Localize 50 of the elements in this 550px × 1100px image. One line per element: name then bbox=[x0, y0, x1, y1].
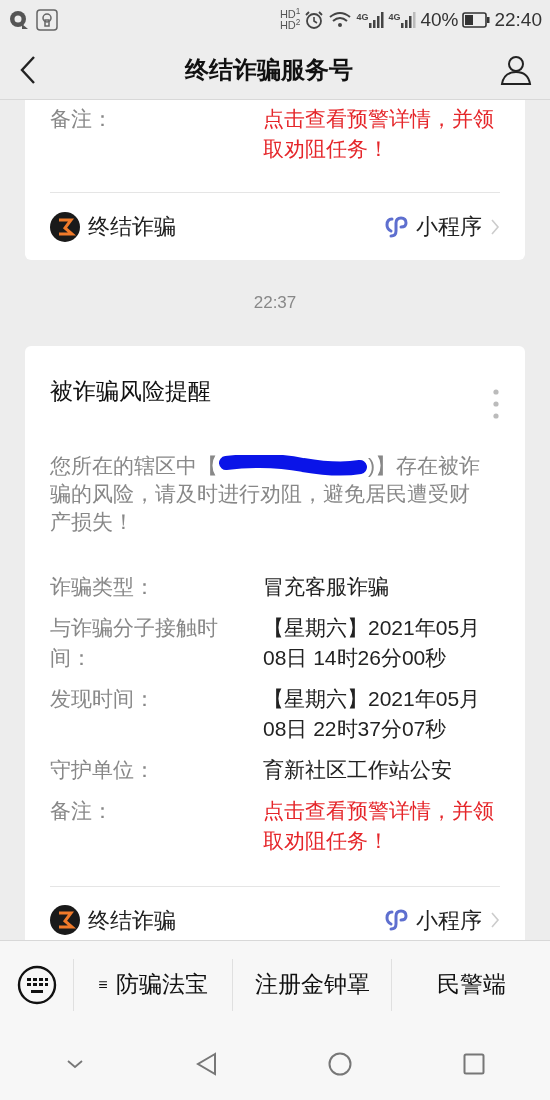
mini-program-label: 小程序 bbox=[416, 906, 482, 935]
sim-label: HD$^{1}$ bbox=[279, 9, 301, 20]
mini-program-icon bbox=[384, 214, 408, 239]
keyboard-icon[interactable] bbox=[16, 964, 57, 1005]
chevron-right-icon bbox=[490, 911, 500, 929]
menu-button[interactable]: ≡ 防骗法宝 bbox=[74, 958, 233, 1011]
chevron-down-icon[interactable] bbox=[65, 1059, 84, 1069]
field-label: 与诈骗分子接触时间： bbox=[50, 614, 219, 671]
app-name: 终结诈骗 bbox=[88, 906, 176, 935]
field-value: 育新社区工作站公安 bbox=[263, 756, 453, 783]
network-label: 4G bbox=[388, 11, 401, 24]
battery-percent: 40% bbox=[420, 7, 459, 32]
signal-icon bbox=[400, 11, 417, 29]
battery-icon bbox=[462, 12, 491, 28]
message-card[interactable]: 被诈骗风险提醒 您所在的辖区中【 )】存在被诈骗的风险，请及时进行劝阻，避免居民遭受财产损失！ 诈骗类型： 冒充客服诈骗 与诈骗分子接触时间： 【星期六】2021年05月08日 14时26分00秒 发现时间： 【星期六】2021年05月08日 22时37分07秒 守护单位： 育新社区工作站公安 备注： 点击查看预警详情，并领取劝阻任务！ 终结诈骗 小程序 bbox=[25, 345, 525, 940]
chevron-right-icon bbox=[490, 217, 500, 236]
person-icon[interactable] bbox=[500, 54, 532, 85]
alert-link[interactable]: 点击查看预警详情，并领取劝阻任务！ bbox=[263, 104, 495, 164]
mini-program-icon bbox=[384, 908, 408, 932]
menu-button[interactable]: 民警端 bbox=[392, 958, 550, 1011]
field-label: 备注： bbox=[50, 797, 114, 824]
field-value: 【星期六】2021年05月08日 14时26分00秒 bbox=[263, 614, 482, 671]
mini-program-label: 小程序 bbox=[416, 213, 482, 241]
app-logo-icon bbox=[50, 211, 80, 242]
card-title: 被诈骗风险提醒 bbox=[50, 376, 211, 406]
alarm-icon bbox=[304, 10, 325, 30]
alert-link[interactable]: 点击查看预警详情，并领取劝阻任务！ bbox=[263, 795, 495, 856]
network-label: 4G bbox=[356, 11, 369, 24]
back-icon[interactable] bbox=[18, 54, 38, 85]
field-label: 诈骗类型： bbox=[50, 573, 156, 600]
message-card[interactable]: 备注： 点击查看预警详情，并领取劝阻任务！ 终结诈骗 小程序 bbox=[25, 100, 525, 260]
clock-time: 22:40 bbox=[494, 7, 542, 32]
message-time: 22:37 bbox=[253, 292, 297, 314]
menu-button[interactable]: 注册金钟罩 bbox=[233, 958, 392, 1011]
page-title: 终结诈骗服务号 bbox=[185, 54, 353, 85]
app-icon bbox=[8, 9, 30, 31]
field-label: 备注： bbox=[50, 106, 114, 132]
signal-icon bbox=[368, 11, 385, 29]
sim-label: HD$^{2}$ bbox=[279, 20, 301, 31]
field-value: 【星期六】2021年05月08日 22时37分07秒 bbox=[263, 685, 482, 742]
wifi-icon bbox=[328, 11, 353, 29]
card-text: 您所在的辖区中【 )】存在被诈骗的风险，请及时进行劝阻，避免居民遭受财产损失！ bbox=[50, 452, 480, 535]
field-label: 守护单位： bbox=[50, 756, 156, 783]
recent-apps-icon[interactable] bbox=[462, 1053, 485, 1075]
lock-icon bbox=[36, 9, 58, 31]
app-name: 终结诈骗 bbox=[88, 213, 176, 241]
field-value: 冒充客服诈骗 bbox=[263, 573, 390, 600]
home-icon[interactable] bbox=[327, 1052, 352, 1076]
field-label: 发现时间： bbox=[50, 685, 156, 712]
app-logo-icon bbox=[50, 905, 80, 935]
